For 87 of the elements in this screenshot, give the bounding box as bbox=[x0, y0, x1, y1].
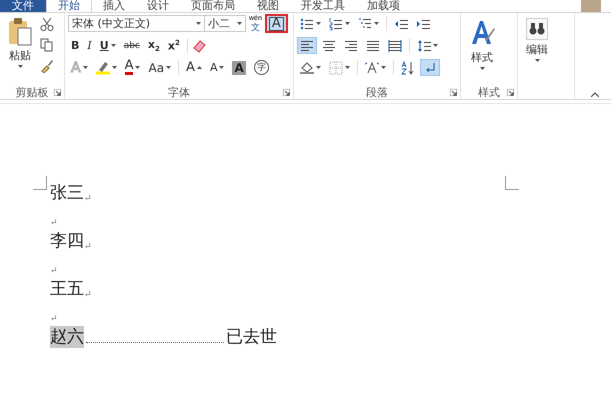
launcher-icon[interactable] bbox=[507, 89, 514, 96]
justify-icon bbox=[366, 38, 380, 52]
italic-button[interactable]: I bbox=[84, 37, 95, 54]
ribbon-tab[interactable]: 设计 bbox=[136, 0, 180, 12]
ribbon-tab[interactable]: 加载项 bbox=[356, 0, 411, 12]
bold-button[interactable]: B bbox=[68, 37, 82, 54]
ribbon-tab[interactable]: 开发工具 bbox=[290, 0, 356, 12]
caret-icon[interactable] bbox=[374, 22, 379, 25]
ribbon-tab[interactable]: 开始 bbox=[46, 0, 92, 12]
ribbon-tab[interactable]: 视图 bbox=[246, 0, 290, 12]
character-border-button[interactable]: A bbox=[264, 14, 288, 33]
letter-scale-icon bbox=[365, 60, 379, 74]
align-right-icon bbox=[344, 38, 358, 52]
clipboard-icon bbox=[8, 18, 32, 46]
collapse-icon[interactable] bbox=[591, 92, 599, 97]
list-number-icon bbox=[329, 16, 343, 30]
document-text: 王五 bbox=[50, 278, 84, 300]
paste-button[interactable]: 粘贴 bbox=[3, 15, 37, 85]
document-text: 赵六 bbox=[50, 326, 84, 348]
align-left-icon bbox=[300, 38, 314, 52]
shrink-button[interactable]: A bbox=[206, 59, 228, 76]
file-tab[interactable]: 文件 bbox=[0, 0, 46, 12]
caret-icon[interactable] bbox=[480, 67, 484, 70]
align-center-icon bbox=[322, 38, 336, 52]
caret-icon[interactable] bbox=[112, 66, 117, 69]
strike-button[interactable]: abc bbox=[120, 37, 143, 54]
caret-icon[interactable] bbox=[135, 66, 140, 69]
caret-icon[interactable] bbox=[345, 22, 350, 25]
border-grid-icon bbox=[329, 60, 343, 74]
highlighter-icon bbox=[96, 60, 110, 74]
show-marks-button[interactable] bbox=[420, 59, 440, 76]
styles-button[interactable]: 样式 bbox=[464, 15, 500, 85]
paragraph-mark: ↵ bbox=[84, 290, 92, 300]
sup-button[interactable]: x$^{2}$ bbox=[164, 37, 183, 54]
margin-corner-icon bbox=[33, 176, 47, 190]
launcher-icon[interactable] bbox=[54, 89, 61, 96]
group-label: 样式 bbox=[478, 84, 500, 100]
caret-icon[interactable] bbox=[237, 22, 242, 25]
caret-icon[interactable] bbox=[345, 66, 350, 69]
caret-icon[interactable] bbox=[316, 66, 321, 69]
caret-icon[interactable] bbox=[381, 66, 386, 69]
caret-icon[interactable] bbox=[166, 66, 172, 69]
up-caret-icon bbox=[196, 66, 202, 69]
ribbon-tab[interactable]: 插入 bbox=[92, 0, 136, 12]
group-label: 剪贴板 bbox=[16, 84, 48, 100]
caret-icon[interactable] bbox=[110, 44, 116, 47]
paragraph-mark: ↵ bbox=[50, 266, 58, 276]
launcher-icon[interactable] bbox=[450, 89, 457, 96]
font-name-field[interactable]: 宋体 (中文正文) bbox=[68, 15, 205, 32]
list-multilevel-icon bbox=[358, 16, 372, 30]
list-bullet-icon bbox=[300, 16, 314, 30]
paragraph-mark: ↵ bbox=[50, 218, 58, 228]
line-spacing-icon bbox=[417, 38, 431, 52]
copy-icon[interactable] bbox=[40, 38, 54, 52]
down-caret-icon bbox=[219, 66, 224, 69]
eraser-icon[interactable] bbox=[192, 38, 206, 52]
caret-icon[interactable] bbox=[196, 22, 201, 25]
group-label: 段落 bbox=[366, 84, 388, 100]
launcher-icon[interactable] bbox=[283, 89, 290, 96]
sub-button[interactable]: x$_{2}$ bbox=[144, 37, 163, 54]
editing-button[interactable]: 编辑 bbox=[521, 15, 553, 99]
font-color-button[interactable]: A bbox=[122, 59, 144, 76]
case-button[interactable]: Aa bbox=[145, 59, 174, 76]
caret-icon[interactable] bbox=[433, 44, 438, 47]
paragraph-mark: ↵ bbox=[84, 194, 92, 204]
paragraph-mark: ↵ bbox=[84, 242, 92, 252]
paragraph-mark: ↵ bbox=[50, 314, 58, 324]
grow-button[interactable]: A bbox=[183, 59, 205, 76]
binoculars-icon bbox=[526, 18, 548, 40]
sort-icon bbox=[401, 60, 415, 74]
ribbon-tab[interactable]: 页面布局 bbox=[180, 0, 246, 12]
caret-icon[interactable] bbox=[534, 59, 540, 62]
document-text: 李四 bbox=[50, 230, 84, 252]
font-size-field[interactable]: 小二 bbox=[204, 15, 246, 32]
caret-icon[interactable] bbox=[316, 22, 321, 25]
margin-corner-icon bbox=[505, 176, 519, 190]
scissors-icon[interactable] bbox=[40, 17, 54, 31]
paint-bucket-icon bbox=[300, 60, 314, 74]
caret-icon[interactable] bbox=[18, 65, 22, 68]
document-text: 张三 bbox=[50, 182, 84, 204]
paintbrush-icon[interactable] bbox=[40, 59, 54, 73]
distribute-icon bbox=[388, 38, 402, 52]
align-left-button[interactable] bbox=[297, 37, 317, 54]
underline-button[interactable]: U bbox=[96, 37, 119, 54]
caret-icon[interactable] bbox=[82, 66, 88, 69]
group-label: 字体 bbox=[168, 84, 190, 100]
document-text: 已去世 bbox=[226, 326, 277, 348]
